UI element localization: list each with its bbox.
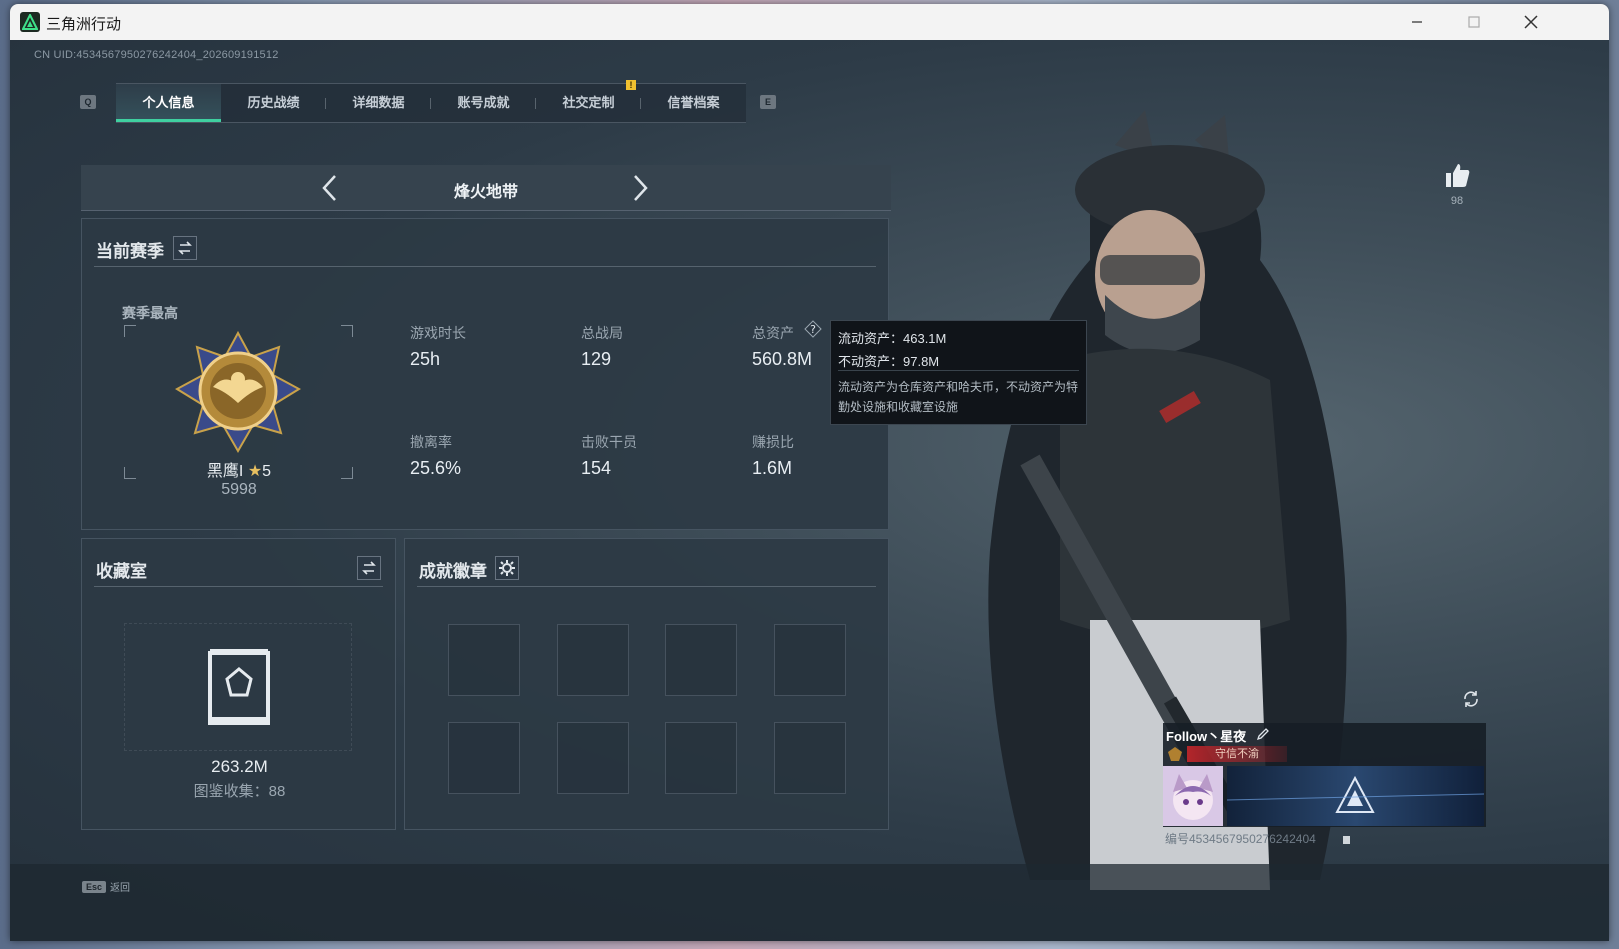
help-icon[interactable]: ? <box>804 320 822 338</box>
minimize-button[interactable] <box>1405 10 1429 34</box>
stat-value: 1.6M <box>752 458 793 478</box>
tab-achievements[interactable]: 账号成就 <box>431 84 536 122</box>
app-logo-icon <box>20 12 40 32</box>
collection-title: 收藏室 <box>96 562 147 581</box>
swap-icon[interactable] <box>173 236 197 260</box>
achievements-panel: 成就徽章 <box>404 538 889 830</box>
badge-slot[interactable] <box>557 624 629 696</box>
rank-score: 5998 <box>221 481 257 498</box>
edit-icon[interactable] <box>1255 726 1271 742</box>
mode-label: 烽火地带 <box>453 184 518 201</box>
rank-badge-icon <box>173 329 303 454</box>
collection-panel: 收藏室 263.2M 图鉴收集：88 <box>81 538 396 830</box>
title-bar: 三角洲行动 <box>10 4 1609 40</box>
stat-label: 总资产 <box>752 325 794 341</box>
stat-value: 25.6% <box>410 458 462 478</box>
avatar[interactable] <box>1163 766 1223 826</box>
badge-slot[interactable] <box>448 722 520 794</box>
collection-value: 263.2M <box>211 757 268 776</box>
badge-slot[interactable] <box>665 722 737 794</box>
refresh-icon[interactable] <box>1460 688 1482 710</box>
achievements-title: 成就徽章 <box>419 562 487 581</box>
season-panel: 当前赛季 赛季最高 黑鹰I ★5 5998 游戏时长 25h 总战局 129 总… <box>81 218 889 530</box>
assets-description: 流动资产为仓库资产和哈夫币，不动资产为特勤处设施和收藏室设施 <box>838 380 1079 414</box>
stat-label: 赚损比 <box>752 434 794 450</box>
stat-value: 154 <box>581 458 612 478</box>
stat-value: 129 <box>581 349 612 369</box>
stat-label: 撤离率 <box>410 434 452 450</box>
svg-text:?: ? <box>810 323 816 336</box>
badge-slot[interactable] <box>557 722 629 794</box>
tab-bar: 个人信息 历史战绩 详细数据 账号成就 社交定制 信誉档案 <box>116 83 746 123</box>
esc-key: Esc <box>82 880 107 893</box>
tab-prev-key[interactable]: Q <box>80 95 96 109</box>
uid-label: CN UID:4534567950276242404_202609191512 <box>34 49 279 61</box>
title-emblem-icon <box>1167 746 1183 762</box>
badge-slot[interactable] <box>774 722 846 794</box>
player-title: 守信不渝 <box>1187 746 1287 762</box>
like-count: 98 <box>1450 195 1464 207</box>
season-title: 当前赛季 <box>96 242 164 261</box>
stat-label: 游戏时长 <box>410 325 466 341</box>
player-name: Follow丶星夜 <box>1166 729 1247 744</box>
tab-next-key[interactable]: E <box>760 95 776 109</box>
chevron-right-icon[interactable] <box>627 173 655 203</box>
stat-label: 击败干员 <box>581 434 637 450</box>
tab-details[interactable]: 详细数据 <box>326 84 431 122</box>
close-button[interactable] <box>1519 10 1543 34</box>
thumbs-up-icon[interactable] <box>1442 160 1472 190</box>
liquid-assets: 流动资产：463.1M <box>838 331 947 346</box>
notification-badge: ! <box>626 80 636 90</box>
season-best-label: 赛季最高 <box>122 305 178 321</box>
back-label: 返回 <box>110 883 131 894</box>
stat-value: 560.8M <box>752 349 813 369</box>
stat-label: 总战局 <box>581 325 623 341</box>
badge-slot[interactable] <box>774 624 846 696</box>
gear-icon[interactable] <box>495 556 519 580</box>
back-button[interactable]: Esc 返回 <box>82 879 130 894</box>
rank-name: 黑鹰I ★5 <box>206 463 272 480</box>
badge-slot[interactable] <box>448 624 520 696</box>
window-title: 三角洲行动 <box>46 16 122 33</box>
game-screen: CN UID:4534567950276242404_202609191512 … <box>10 40 1609 941</box>
player-id: 编号4534567950276242404 <box>1165 832 1316 846</box>
profile-card[interactable]: Follow丶星夜 守信不渝 <box>1163 723 1486 827</box>
bottom-bar: Esc 返回 <box>10 864 1609 941</box>
stat-value: 25h <box>410 349 441 369</box>
assets-tooltip: 流动资产：463.1M 不动资产：97.8M 流动资产为仓库资产和哈夫币，不动资… <box>830 320 1087 425</box>
safe-icon <box>204 647 274 729</box>
app-window: 三角洲行动 CN UID:4534567950276242404_2026091… <box>10 4 1609 941</box>
profile-banner <box>1226 766 1485 826</box>
tab-reputation[interactable]: 信誉档案 <box>641 84 746 122</box>
badge-slot[interactable] <box>665 624 737 696</box>
tab-personal-info[interactable]: 个人信息 <box>116 84 221 122</box>
fixed-assets: 不动资产：97.8M <box>838 354 940 369</box>
mode-selector: 烽火地带 <box>81 165 891 211</box>
maximize-button[interactable] <box>1462 10 1486 34</box>
tab-history[interactable]: 历史战绩 <box>221 84 326 122</box>
star-icon: ★ <box>247 463 263 480</box>
copy-icon[interactable] <box>1342 832 1352 844</box>
swap-icon[interactable] <box>357 556 381 580</box>
catalog-count: 图鉴收集：88 <box>193 783 286 800</box>
